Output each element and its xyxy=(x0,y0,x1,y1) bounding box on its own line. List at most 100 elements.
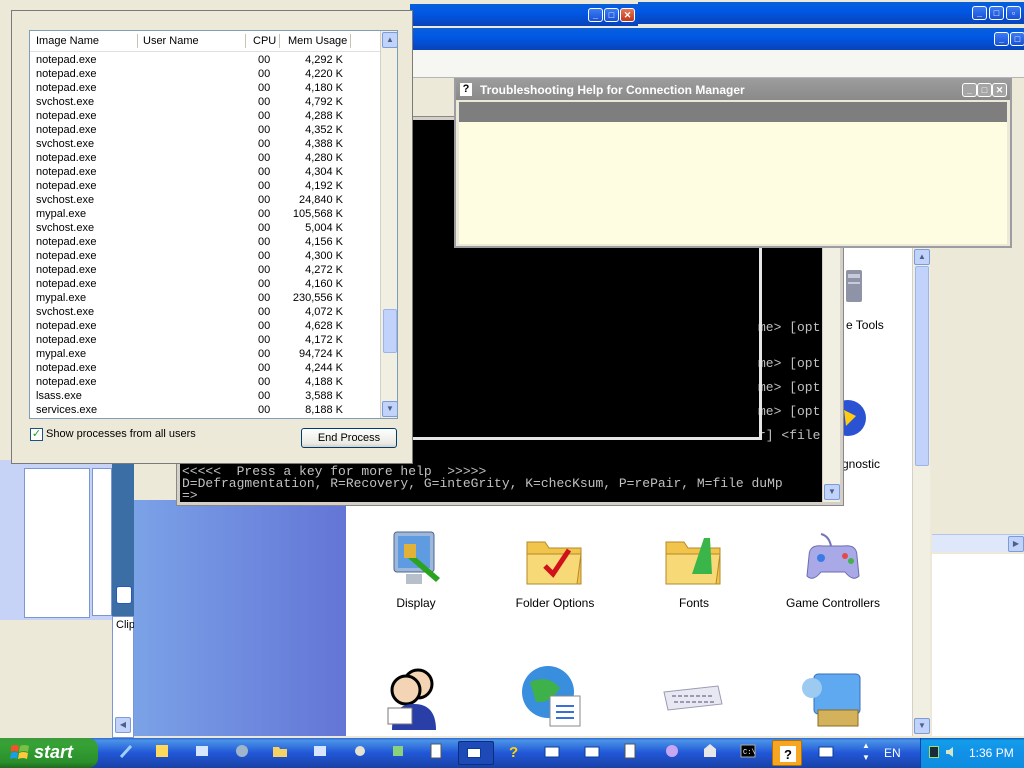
table-row[interactable]: svchost.exe 00 4,388 K xyxy=(30,137,397,151)
left-small-button[interactable] xyxy=(116,586,132,604)
show-all-users-checkbox[interactable]: ✓ xyxy=(30,428,43,441)
network-icon[interactable] xyxy=(929,746,939,758)
table-row[interactable]: notepad.exe 00 4,300 K xyxy=(30,249,397,263)
cp-item-display[interactable]: Display xyxy=(356,528,476,610)
task-button-icon[interactable] xyxy=(352,743,368,759)
scroll-left-button[interactable]: ◀ xyxy=(115,717,131,733)
table-row[interactable]: svchost.exe 00 4,792 K xyxy=(30,95,397,109)
close-icon[interactable]: ✕ xyxy=(620,8,635,22)
maximize-icon[interactable]: □ xyxy=(604,8,619,22)
table-row[interactable]: notepad.exe 00 4,280 K xyxy=(30,151,397,165)
minimize-icon[interactable]: _ xyxy=(994,32,1009,46)
active-task-button[interactable] xyxy=(458,741,494,765)
process-image-name: notepad.exe xyxy=(36,320,97,332)
column-header-image-name[interactable]: Image Name xyxy=(36,35,99,47)
window-task-icon[interactable] xyxy=(818,743,834,759)
column-header-mem-usage[interactable]: Mem Usage xyxy=(288,35,347,47)
minimize-icon[interactable]: _ xyxy=(588,8,603,22)
window-icon xyxy=(467,748,481,758)
cp-item-folder-options[interactable]: Folder Options xyxy=(495,528,615,610)
table-row[interactable]: notepad.exe 00 4,180 K xyxy=(30,81,397,95)
notepad-task-icon[interactable] xyxy=(428,743,444,759)
process-list[interactable]: Image Name User Name CPU Mem Usage notep… xyxy=(29,30,398,419)
users-icon[interactable] xyxy=(384,664,448,730)
process-list-scrollbar[interactable]: ▲ ▼ xyxy=(380,31,397,418)
table-row[interactable]: notepad.exe 00 4,172 K xyxy=(30,333,397,347)
task-button-icon[interactable] xyxy=(312,743,328,759)
keyboard-icon[interactable] xyxy=(660,676,726,716)
cp-item-fonts[interactable]: Fonts xyxy=(634,528,754,610)
restore-icon[interactable]: ▫ xyxy=(1006,6,1021,20)
table-row[interactable]: svchost.exe 00 4,072 K xyxy=(30,305,397,319)
notepad-task-icon[interactable] xyxy=(622,743,638,759)
window-task-icon[interactable] xyxy=(584,743,600,759)
maximize-icon[interactable]: □ xyxy=(989,6,1004,20)
help-task-icon[interactable]: ? xyxy=(506,743,522,761)
column-header-cpu[interactable]: CPU xyxy=(253,35,276,47)
close-icon[interactable]: ✕ xyxy=(992,83,1007,97)
maximize-icon[interactable]: □ xyxy=(1010,32,1024,46)
table-row[interactable]: notepad.exe 00 4,156 K xyxy=(30,235,397,249)
table-row[interactable]: notepad.exe 00 4,292 K xyxy=(30,53,397,67)
start-button[interactable]: start xyxy=(0,738,98,768)
help-task-button-active[interactable]: ? xyxy=(772,740,802,766)
table-row[interactable]: mypal.exe 00 94,724 K xyxy=(30,347,397,361)
internet-options-icon[interactable] xyxy=(520,664,586,730)
scroll-down-button[interactable]: ▼ xyxy=(914,718,930,734)
console-line: me> [opt xyxy=(758,320,821,335)
minimize-icon[interactable]: _ xyxy=(972,6,987,20)
show-all-users-label[interactable]: Show processes from all users xyxy=(46,428,196,440)
quick-launch-icon[interactable] xyxy=(118,743,134,759)
table-row[interactable]: svchost.exe 00 24,840 K xyxy=(30,193,397,207)
table-row[interactable]: notepad.exe 00 4,272 K xyxy=(30,263,397,277)
minimize-icon[interactable]: _ xyxy=(962,83,977,97)
table-row[interactable]: notepad.exe 00 4,192 K xyxy=(30,179,397,193)
process-cpu: 00 xyxy=(258,348,271,360)
scroll-thumb[interactable] xyxy=(383,309,397,353)
task-button-icon[interactable] xyxy=(194,743,210,759)
admin-tools-icon[interactable] xyxy=(842,266,866,306)
table-row[interactable]: notepad.exe 00 4,244 K xyxy=(30,361,397,375)
scroll-up-button[interactable]: ▲ xyxy=(382,32,397,48)
command-prompt-task-icon[interactable]: C:\ xyxy=(740,743,756,759)
table-row[interactable]: lsass.exe 00 3,588 K xyxy=(30,389,397,403)
system-icon[interactable] xyxy=(798,664,864,730)
volume-icon[interactable] xyxy=(945,746,957,758)
folder-task-icon[interactable] xyxy=(272,743,288,759)
task-button-icon[interactable] xyxy=(154,743,170,759)
scroll-thumb[interactable] xyxy=(915,266,929,466)
language-indicator[interactable]: EN xyxy=(884,746,901,760)
clock[interactable]: 1:36 PM xyxy=(969,746,1014,760)
maximize-icon[interactable]: □ xyxy=(977,83,992,97)
table-row[interactable]: notepad.exe 00 4,220 K xyxy=(30,67,397,81)
task-button-icon[interactable] xyxy=(390,743,406,759)
table-row[interactable]: services.exe 00 8,188 K xyxy=(30,403,397,417)
table-row[interactable]: notepad.exe 00 4,188 K xyxy=(30,375,397,389)
cp-item-game-controllers[interactable]: Game Controllers xyxy=(773,528,893,610)
process-image-name: notepad.exe xyxy=(36,152,97,164)
scroll-right-button[interactable]: ▶ xyxy=(1008,536,1024,552)
end-process-button[interactable]: End Process xyxy=(301,428,397,448)
scroll-down-button[interactable]: ▼ xyxy=(824,484,840,500)
process-image-name: notepad.exe xyxy=(36,82,97,94)
process-image-name: notepad.exe xyxy=(36,264,97,276)
diagnostic-icon[interactable] xyxy=(830,390,866,446)
scroll-down-button[interactable]: ▼ xyxy=(382,401,397,417)
task-button-icon[interactable] xyxy=(234,743,250,759)
table-row[interactable]: notepad.exe 00 4,628 K xyxy=(30,319,397,333)
table-row[interactable]: notepad.exe 00 4,160 K xyxy=(30,277,397,291)
troubleshooting-titlebar: ? Troubleshooting Help for Connection Ma… xyxy=(456,80,1010,100)
column-header-user-name[interactable]: User Name xyxy=(143,35,199,47)
table-row[interactable]: svchost.exe 00 5,004 K xyxy=(30,221,397,235)
task-button-icon[interactable] xyxy=(664,743,680,759)
taskbar-scroll-arrows[interactable]: ▲ ▼ xyxy=(860,740,872,766)
table-row[interactable]: mypal.exe 00 105,568 K xyxy=(30,207,397,221)
task-button-icon[interactable] xyxy=(702,743,718,759)
table-row[interactable]: mypal.exe 00 230,556 K xyxy=(30,291,397,305)
table-row[interactable]: notepad.exe 00 4,288 K xyxy=(30,109,397,123)
table-row[interactable]: notepad.exe 00 4,352 K xyxy=(30,123,397,137)
window-task-icon[interactable] xyxy=(544,743,560,759)
control-panel-scrollbar[interactable]: ▲ ▼ xyxy=(912,248,930,736)
table-row[interactable]: notepad.exe 00 4,304 K xyxy=(30,165,397,179)
scroll-up-button[interactable]: ▲ xyxy=(914,249,930,265)
